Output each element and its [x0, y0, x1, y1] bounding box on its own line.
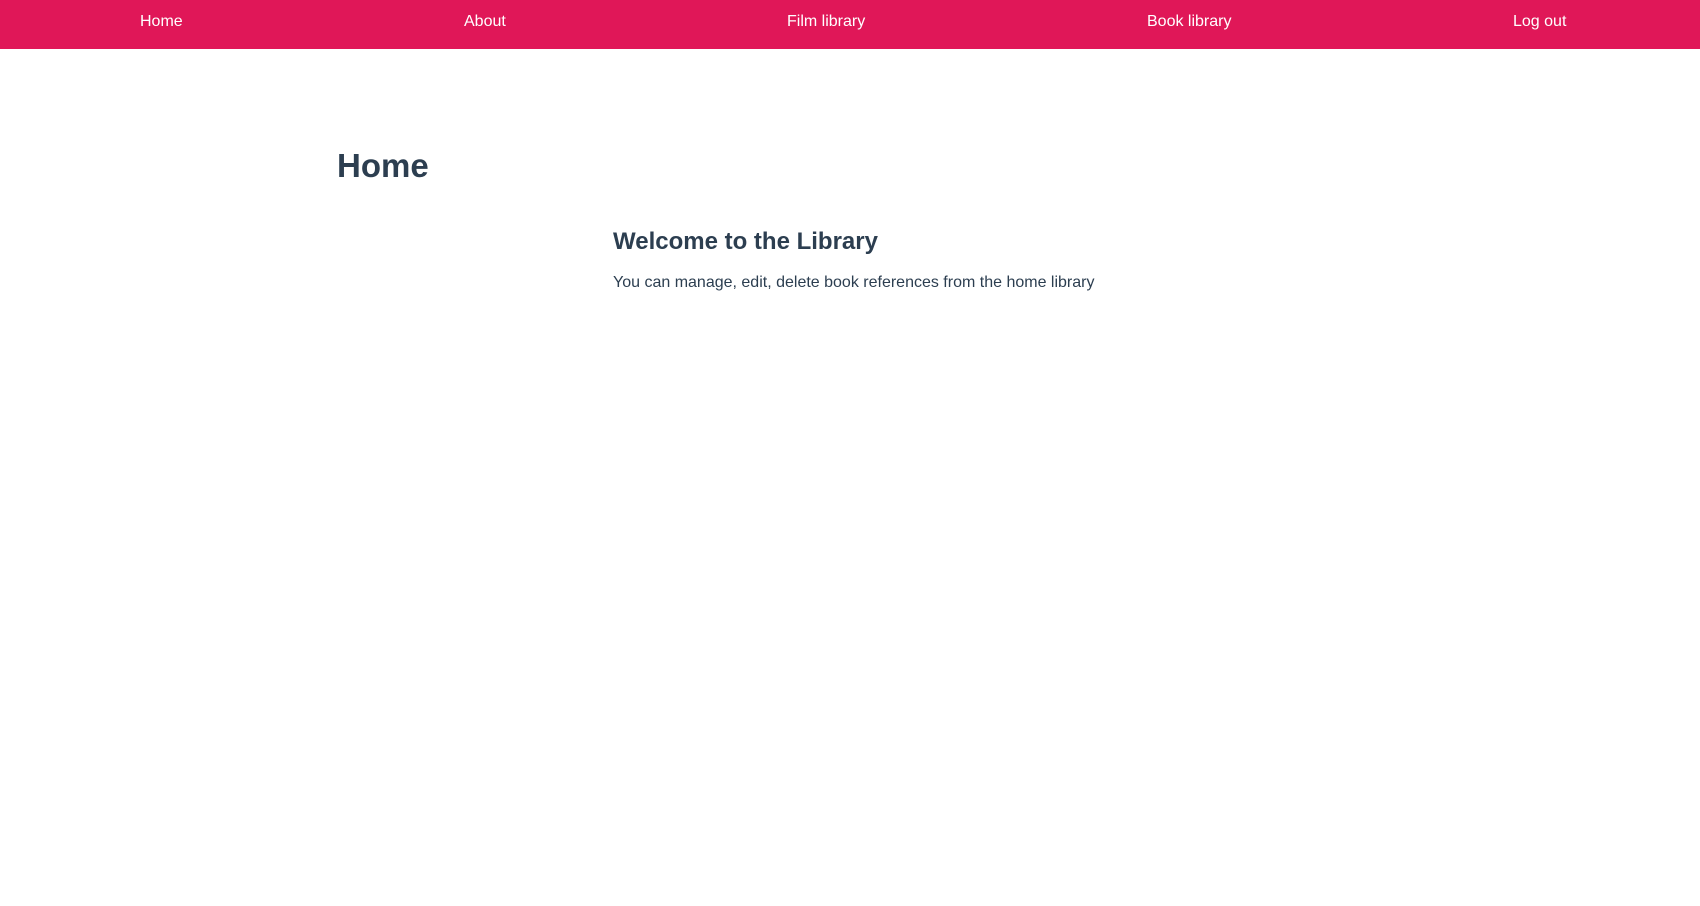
nav-link-home[interactable]: Home [140, 0, 183, 44]
nav-link-about[interactable]: About [464, 0, 506, 44]
nav-link-log-out[interactable]: Log out [1513, 0, 1566, 44]
welcome-text: You can manage, edit, delete book refere… [613, 274, 1095, 291]
page-title: Home [337, 147, 429, 184]
nav-link-book-library[interactable]: Book library [1147, 0, 1231, 44]
top-navbar: Home About Film library Book library Log… [0, 0, 1700, 49]
welcome-section: Welcome to the Library You can manage, e… [613, 224, 1313, 295]
nav-link-film-library[interactable]: Film library [787, 0, 865, 44]
welcome-heading: Welcome to the Library [613, 228, 878, 255]
